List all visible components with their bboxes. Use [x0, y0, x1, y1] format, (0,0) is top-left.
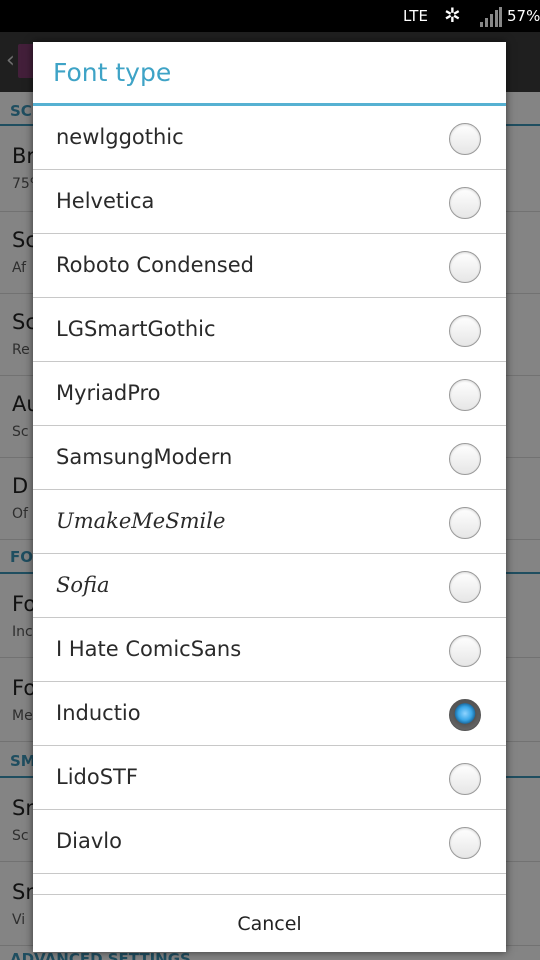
signal-icon: [480, 7, 502, 27]
font-option-label: newlggothic: [56, 125, 184, 149]
font-option-helvetica[interactable]: Helvetica: [33, 170, 506, 234]
status-bar: LTE ✲ 57%: [0, 0, 540, 32]
radio-button[interactable]: [449, 443, 481, 475]
font-option-label: Inductio: [56, 701, 141, 725]
font-option-label: LidoSTF: [56, 765, 138, 789]
font-option-umakemesmile[interactable]: UmakeMeSmile: [33, 490, 506, 554]
font-option-label: I Hate ComicSans: [56, 637, 242, 661]
font-option-lidostf[interactable]: LidoSTF: [33, 746, 506, 810]
font-option-lgsmartgothic[interactable]: LGSmartGothic: [33, 298, 506, 362]
font-option-i-hate-comicsans[interactable]: I Hate ComicSans: [33, 618, 506, 682]
radio-button[interactable]: [449, 827, 481, 859]
font-option-label: Diavlo: [56, 829, 122, 853]
font-option-label: Sofia: [56, 573, 110, 597]
battery-level: 57%: [507, 7, 540, 25]
radio-button[interactable]: [449, 507, 481, 539]
font-option-myriadpro[interactable]: MyriadPro: [33, 362, 506, 426]
radio-button[interactable]: [449, 571, 481, 603]
radio-button[interactable]: [449, 123, 481, 155]
radio-button-selected[interactable]: [449, 699, 481, 731]
font-option-samsungmodern[interactable]: SamsungModern: [33, 426, 506, 490]
font-option-label: UmakeMeSmile: [56, 509, 226, 533]
network-type: LTE: [403, 7, 428, 25]
dialog-header: Font type: [33, 42, 506, 106]
font-option-label: Helvetica: [56, 189, 155, 213]
font-option-roboto-condensed[interactable]: Roboto Condensed: [33, 234, 506, 298]
font-option-label: Roboto Condensed: [56, 253, 255, 277]
cancel-button[interactable]: Cancel: [33, 895, 506, 952]
font-type-dialog: Font type newlggothic Helvetica Roboto C…: [33, 42, 506, 952]
font-option-label: LGSmartGothic: [56, 317, 216, 341]
dialog-footer: Cancel: [33, 894, 506, 952]
font-list[interactable]: newlggothic Helvetica Roboto Condensed L…: [33, 106, 506, 894]
font-option-label: SamsungModern: [56, 445, 233, 469]
radio-button[interactable]: [449, 379, 481, 411]
font-option-newlggothic[interactable]: newlggothic: [33, 106, 506, 170]
dialog-title: Font type: [53, 58, 172, 87]
radio-button[interactable]: [449, 763, 481, 795]
radio-button[interactable]: [449, 315, 481, 347]
radio-button[interactable]: [449, 251, 481, 283]
radio-button[interactable]: [449, 187, 481, 219]
font-option-sofia[interactable]: Sofia: [33, 554, 506, 618]
radio-button[interactable]: [449, 635, 481, 667]
font-option-diavlo[interactable]: Diavlo: [33, 810, 506, 874]
font-option-inductio[interactable]: Inductio: [33, 682, 506, 746]
brightness-icon: ✲: [444, 3, 461, 27]
font-option-label: MyriadPro: [56, 381, 161, 405]
